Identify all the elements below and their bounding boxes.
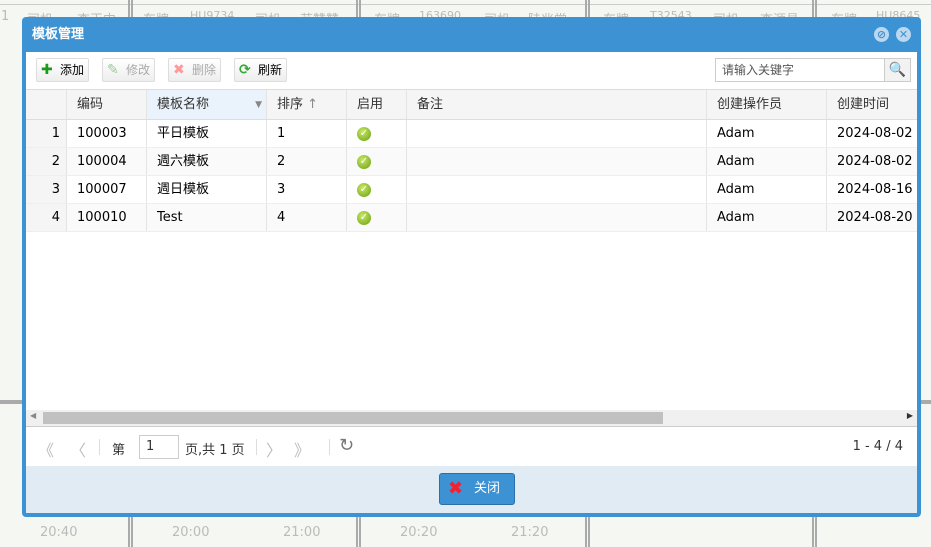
close-icon[interactable]: ✕ bbox=[896, 27, 911, 42]
close-button[interactable]: ✖ 关闭 bbox=[439, 473, 515, 505]
table-row[interactable]: 2100004週六模板2✓Adam2024-08-02 10 bbox=[26, 148, 917, 176]
bg-time: 20:00 bbox=[172, 525, 210, 540]
bg-time: 21:20 bbox=[511, 525, 549, 540]
cell-operator: Adam bbox=[707, 148, 827, 175]
page-total: 页,共 1 页 bbox=[185, 443, 245, 458]
dropdown-icon[interactable]: ▼ bbox=[255, 90, 262, 119]
pencil-icon: ✎ bbox=[107, 62, 119, 78]
check-icon: ✓ bbox=[357, 210, 371, 225]
col-order-label: 排序 bbox=[277, 97, 304, 112]
cell-enabled: ✓ bbox=[347, 176, 407, 203]
table-row[interactable]: 4100010Test4✓Adam2024-08-20 20 bbox=[26, 204, 917, 232]
last-page-icon[interactable]: 》 bbox=[294, 437, 310, 461]
check-icon: ✓ bbox=[357, 154, 371, 169]
cell-n: 2 bbox=[26, 148, 67, 175]
page-input[interactable]: 1 bbox=[139, 435, 179, 459]
col-note[interactable]: 备注 bbox=[407, 90, 707, 119]
cell-time: 2024-08-16 15 bbox=[827, 176, 917, 203]
table-row[interactable]: 3100007週日模板3✓Adam2024-08-16 15 bbox=[26, 176, 917, 204]
plus-icon: ✚ bbox=[41, 62, 53, 78]
check-icon: ✓ bbox=[357, 182, 371, 197]
scroll-right-icon[interactable]: ▶ bbox=[907, 411, 913, 420]
refresh-icon: ⟳ bbox=[239, 62, 251, 78]
col-order[interactable]: 排序 ↑ bbox=[267, 90, 347, 119]
dialog-title: 模板管理 bbox=[32, 27, 85, 42]
col-enabled[interactable]: 启用 bbox=[347, 90, 407, 119]
cell-operator: Adam bbox=[707, 120, 827, 147]
cell-time: 2024-08-20 20 bbox=[827, 204, 917, 231]
cell-note bbox=[407, 120, 707, 147]
cell-name: 平日模板 bbox=[147, 120, 267, 147]
col-code[interactable]: 编码 bbox=[67, 90, 147, 119]
cell-note bbox=[407, 176, 707, 203]
bg-time: 21:00 bbox=[283, 525, 321, 540]
close-label: 关闭 bbox=[474, 481, 501, 496]
cell-name: Test bbox=[147, 204, 267, 231]
cell-note bbox=[407, 148, 707, 175]
col-name[interactable]: 模板名称 ▼ bbox=[147, 90, 267, 119]
scrollbar-thumb[interactable] bbox=[43, 412, 663, 424]
next-page-icon[interactable]: 〉 bbox=[266, 437, 282, 461]
cell-n: 4 bbox=[26, 204, 67, 231]
grid-header: 编码 模板名称 ▼ 排序 ↑ 启用 备注 创建操作员 创建时间 bbox=[26, 90, 917, 120]
prev-page-icon[interactable]: 〈 bbox=[70, 437, 86, 461]
dialog-title-bar: 模板管理 ⊘ ✕ bbox=[26, 17, 917, 52]
delete-label: 删除 bbox=[192, 63, 217, 77]
page-prefix: 第 bbox=[112, 443, 126, 458]
check-icon: ✓ bbox=[357, 126, 371, 141]
cell-n: 3 bbox=[26, 176, 67, 203]
add-button[interactable]: ✚ 添加 bbox=[36, 58, 90, 82]
refresh-label: 刷新 bbox=[258, 63, 283, 77]
data-grid: 编码 模板名称 ▼ 排序 ↑ 启用 备注 创建操作员 创建时间 1 100003 平日… bbox=[26, 90, 917, 410]
cell-enabled: ✓ bbox=[347, 204, 407, 231]
col-time[interactable]: 创建时间 bbox=[827, 90, 917, 119]
x-icon: ✖ bbox=[448, 478, 464, 499]
restore-icon[interactable]: ⊘ bbox=[874, 27, 889, 42]
page-summary: 1 - 4 / 4 bbox=[852, 439, 903, 454]
cell-note bbox=[407, 204, 707, 231]
delete-button[interactable]: ✖ 删除 bbox=[168, 58, 222, 82]
search-icon[interactable]: 🔍 bbox=[884, 58, 911, 82]
divider bbox=[0, 4, 931, 5]
bg-time: 20:20 bbox=[400, 525, 438, 540]
col-name-label: 模板名称 bbox=[157, 97, 210, 112]
cell-order: 1 bbox=[267, 120, 347, 147]
cell-order: 2 bbox=[267, 148, 347, 175]
bg-time: 20:40 bbox=[40, 525, 78, 540]
col-operator[interactable]: 创建操作员 bbox=[707, 90, 827, 119]
pager: 《 〈 第 1 页,共 1 页 〉 》 ↻ 1 - 4 / 4 bbox=[26, 428, 917, 466]
table-row[interactable]: 1100003平日模板1✓Adam2024-08-02 09 bbox=[26, 120, 917, 148]
bg-text: 1 bbox=[1, 9, 10, 24]
template-management-dialog: 模板管理 ⊘ ✕ ✚ 添加 ✎ 修改 ✖ 删除 ⟳ 刷新 请输入关键字 🔍 编码 模板名… bbox=[22, 17, 921, 517]
refresh-button[interactable]: ⟳ 刷新 bbox=[234, 58, 288, 82]
cell-code: 100003 bbox=[67, 120, 147, 147]
cell-enabled: ✓ bbox=[347, 120, 407, 147]
cell-code: 100004 bbox=[67, 148, 147, 175]
dialog-footer: ✖ 关闭 bbox=[26, 466, 917, 513]
cell-operator: Adam bbox=[707, 204, 827, 231]
cell-order: 3 bbox=[267, 176, 347, 203]
cell-name: 週日模板 bbox=[147, 176, 267, 203]
cell-order: 4 bbox=[267, 204, 347, 231]
sort-asc-icon: ↑ bbox=[307, 97, 319, 112]
reload-icon[interactable]: ↻ bbox=[339, 435, 354, 456]
edit-label: 修改 bbox=[126, 63, 151, 77]
search-input[interactable]: 请输入关键字 bbox=[715, 58, 885, 82]
cell-time: 2024-08-02 10 bbox=[827, 148, 917, 175]
cell-time: 2024-08-02 09 bbox=[827, 120, 917, 147]
cell-code: 100010 bbox=[67, 204, 147, 231]
x-icon: ✖ bbox=[173, 62, 185, 78]
rownum-header bbox=[26, 90, 67, 119]
horizontal-scrollbar[interactable]: ◀ ▶ bbox=[26, 410, 917, 427]
cell-n: 1 bbox=[26, 120, 67, 147]
first-page-icon[interactable]: 《 bbox=[38, 437, 54, 461]
toolbar: ✚ 添加 ✎ 修改 ✖ 删除 ⟳ 刷新 请输入关键字 🔍 bbox=[26, 52, 917, 90]
cell-enabled: ✓ bbox=[347, 148, 407, 175]
cell-code: 100007 bbox=[67, 176, 147, 203]
edit-button[interactable]: ✎ 修改 bbox=[102, 58, 156, 82]
cell-name: 週六模板 bbox=[147, 148, 267, 175]
cell-operator: Adam bbox=[707, 176, 827, 203]
scroll-left-icon[interactable]: ◀ bbox=[30, 411, 36, 420]
add-label: 添加 bbox=[60, 63, 85, 77]
